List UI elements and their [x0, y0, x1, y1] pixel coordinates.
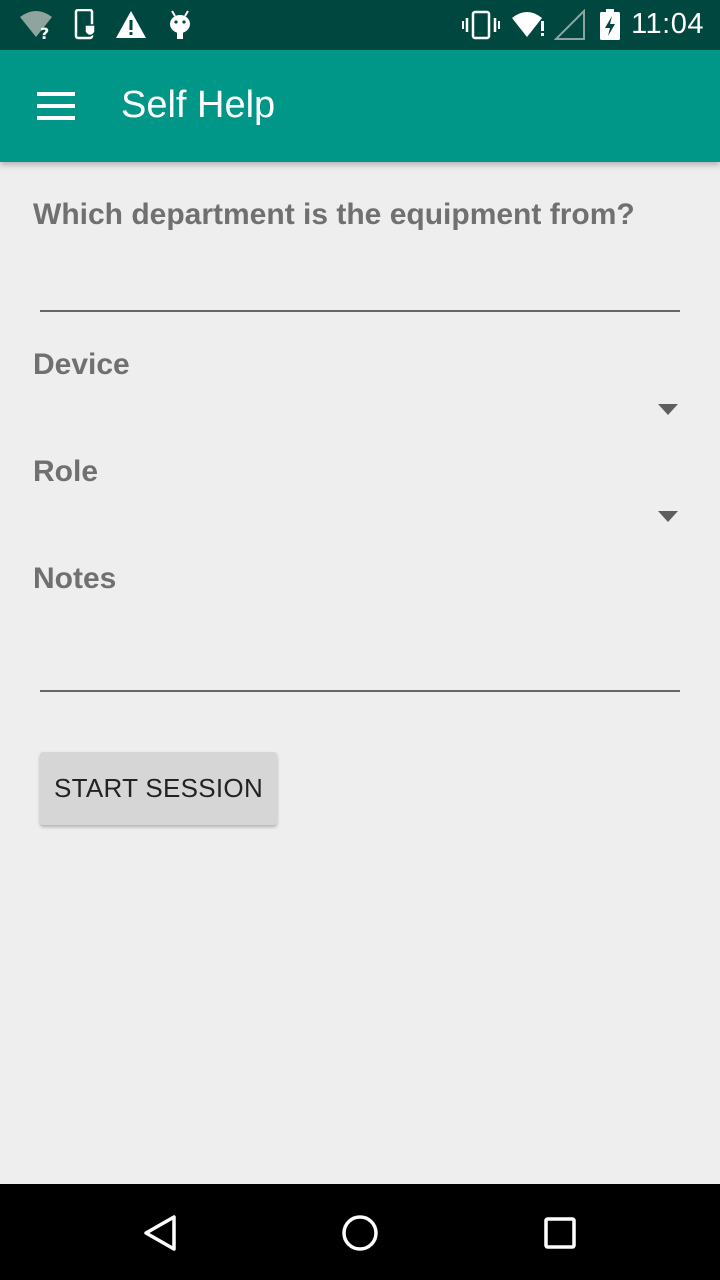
svg-text:?: ? — [40, 24, 49, 41]
status-bar: ? 11:04 — [0, 0, 720, 50]
status-time: 11:04 — [631, 8, 704, 40]
home-circle-icon[interactable] — [335, 1208, 385, 1258]
wifi-alert-icon — [510, 9, 548, 41]
navigation-bar — [0, 1184, 720, 1280]
page-title: Self Help — [121, 84, 276, 126]
app-bar: Self Help — [0, 50, 720, 162]
notes-input[interactable] — [40, 646, 680, 692]
device-label: Device — [33, 348, 130, 381]
dropdown-arrow-icon — [658, 404, 678, 415]
dropdown-arrow-icon — [658, 511, 678, 522]
signal-empty-icon — [554, 9, 586, 41]
self-help-form: Which department is the equipment from? … — [0, 162, 720, 1184]
battery-charging-icon — [598, 9, 622, 41]
android-debug-icon — [166, 9, 194, 41]
wifi-question-icon: ? — [18, 9, 58, 41]
hamburger-menu-icon[interactable] — [22, 80, 90, 132]
warning-icon — [114, 9, 148, 41]
role-label: Role — [33, 455, 99, 488]
back-triangle-icon[interactable] — [135, 1208, 185, 1258]
recents-square-icon[interactable] — [535, 1208, 585, 1258]
device-spinner[interactable] — [33, 388, 688, 432]
department-input[interactable] — [40, 266, 680, 312]
start-session-button[interactable]: START SESSION — [40, 752, 277, 825]
department-label: Which department is the equipment from? — [33, 198, 635, 231]
notes-label: Notes — [33, 562, 117, 595]
vibrate-icon — [462, 9, 500, 41]
role-spinner[interactable] — [33, 495, 688, 539]
phone-shield-icon — [74, 9, 98, 41]
